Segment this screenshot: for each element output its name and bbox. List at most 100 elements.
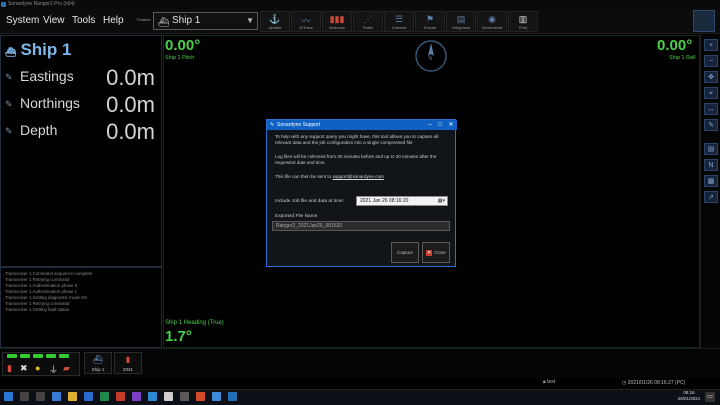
- zoom-out-icon[interactable]: −: [704, 55, 718, 67]
- beacons-icon: ▮▮▮: [329, 14, 345, 24]
- camera-icon: ☰: [394, 14, 404, 24]
- minimize-icon[interactable]: –: [425, 121, 435, 129]
- print-icon: ▥: [518, 14, 528, 24]
- close-icon: ✕: [426, 249, 433, 256]
- outlook-icon[interactable]: [148, 392, 157, 401]
- calendar-icon: ▦▾: [437, 198, 445, 204]
- lock-icon: 🔒︎: [543, 379, 546, 385]
- measure-icon[interactable]: ↔: [704, 103, 718, 115]
- zoom-in-icon[interactable]: +: [704, 39, 718, 51]
- close-icon[interactable]: ✕: [446, 121, 456, 129]
- roll-label: Ship 1 Roll: [669, 55, 696, 61]
- dialog-text-2: Log files will be collected from 30 minu…: [275, 154, 437, 165]
- ship-heading: ⛴ Ship 1: [5, 40, 72, 59]
- layout-icon[interactable]: [693, 10, 715, 32]
- onenote-icon[interactable]: [132, 392, 141, 401]
- ranger-icon[interactable]: [228, 392, 237, 401]
- update-icon: ⚓: [269, 14, 281, 24]
- title-bar: Sonardyne Ranger2 Pro (x64): [0, 0, 720, 9]
- northings-icon: ✎: [5, 99, 13, 109]
- log-line: Transceiver 1 Getting fault status: [5, 307, 70, 312]
- north-up-icon[interactable]: N: [704, 159, 718, 171]
- ship-icon: ⛴: [92, 355, 104, 364]
- word-icon[interactable]: [84, 392, 93, 401]
- dialog-text-3: This file can then be sent to support@so…: [275, 174, 384, 179]
- app-icon[interactable]: [196, 392, 205, 401]
- app-logo-icon: [1, 2, 6, 7]
- system-status[interactable]: ▮ ✖ ● ⏚ ▰: [2, 352, 80, 376]
- search-icon[interactable]: [20, 392, 29, 401]
- tool-telegrams[interactable]: ▤ Telegrams: [446, 11, 476, 32]
- file-explorer-icon[interactable]: [68, 392, 77, 401]
- antenna-icon: ⏚: [49, 365, 59, 375]
- grid-icon[interactable]: ▦: [704, 175, 718, 187]
- pitch-value: 0.00°: [165, 37, 201, 54]
- tool-camera[interactable]: ☰ Camera: [384, 11, 414, 32]
- support-icon: ✎: [270, 122, 275, 128]
- pitch-label: Ship 1 Pitch: [165, 55, 195, 61]
- capture-button[interactable]: Capture: [391, 242, 419, 263]
- message-log[interactable]: Transceiver 1 Command sequence complete …: [0, 267, 162, 348]
- app-icon[interactable]: [164, 392, 173, 401]
- position-panel: ⛴ Ship 1 ✎ Eastings 0.0m ✎ Northings 0.0m…: [0, 35, 162, 267]
- clock-icon: ◷: [622, 380, 627, 386]
- dialog-text-1: To help with any support query you might…: [275, 134, 439, 145]
- chevron-down-icon: ▼: [246, 16, 254, 25]
- tool-screenshot[interactable]: ◉ Screenshot: [477, 11, 507, 32]
- status-led: [59, 354, 69, 358]
- feature-select-value: Ship 1: [172, 15, 201, 26]
- eastings-icon: ✎: [5, 72, 13, 82]
- taskbar-clock[interactable]: 08:16 26/01/2021: [677, 390, 701, 402]
- exported-label: Exported File Name: [275, 214, 318, 219]
- metric-eastings: ✎ Eastings 0.0m: [5, 65, 155, 90]
- feature-label: Feature: [137, 17, 151, 22]
- powerpoint-icon[interactable]: [116, 392, 125, 401]
- datetime-picker[interactable]: 2021 Jan 26 08:16:20 ▦▾: [356, 196, 448, 206]
- roll-value: 0.00°: [657, 37, 693, 54]
- battery-icon: ▮: [7, 363, 12, 373]
- app-icon[interactable]: [212, 392, 221, 401]
- center-icon[interactable]: ⌖: [704, 87, 718, 99]
- telegrams-icon: ▤: [456, 14, 466, 24]
- tool-paths[interactable]: ⋰ Paths: [353, 11, 383, 32]
- app-icon[interactable]: [180, 392, 189, 401]
- tool-events[interactable]: ⚑ Events: [415, 11, 445, 32]
- menu-help[interactable]: Help: [103, 15, 124, 26]
- depth-icon: ✎: [5, 126, 13, 136]
- edit-icon[interactable]: ✎: [704, 119, 718, 131]
- flag-icon: ⚑: [425, 14, 435, 24]
- windows-start-icon[interactable]: [4, 392, 13, 401]
- notifications-icon[interactable]: ▭: [705, 392, 715, 402]
- tool-print[interactable]: ▥ Print: [508, 11, 538, 32]
- feature-select[interactable]: ⛴ Ship 1 ▼: [153, 12, 258, 30]
- ship-icon: ⛴: [5, 47, 17, 57]
- track-icon[interactable]: ↗: [704, 191, 718, 203]
- compass-icon: N: [415, 40, 447, 72]
- excel-icon[interactable]: [100, 392, 109, 401]
- edge-icon[interactable]: [52, 392, 61, 401]
- tool-update[interactable]: ⚓ Update: [260, 11, 290, 32]
- layers-icon[interactable]: ▤: [704, 143, 718, 155]
- task-view-icon[interactable]: [36, 392, 45, 401]
- device-2031[interactable]: ▮ 2031: [114, 352, 142, 374]
- include-label: Include Job file and data at time:: [275, 199, 345, 204]
- paths-icon: ⋰: [363, 14, 373, 24]
- maximize-icon[interactable]: □: [435, 121, 445, 129]
- device-ship-1[interactable]: ⛴ Ship 1: [84, 352, 112, 374]
- pan-icon[interactable]: ✥: [704, 71, 718, 83]
- metric-northings: ✎ Northings 0.0m: [5, 92, 155, 117]
- app-window: Sonardyne Ranger2 Pro (x64) System View …: [0, 0, 720, 405]
- screenshot-icon: ◉: [488, 14, 496, 24]
- warning-icon: ●: [35, 363, 41, 373]
- user-status: 🔒︎ test: [543, 379, 556, 385]
- menu-system[interactable]: System: [6, 15, 39, 26]
- menu-view[interactable]: View: [43, 15, 65, 26]
- tool-beacons[interactable]: ▮▮▮ Beacons: [322, 11, 352, 32]
- support-email-link[interactable]: support@sonardyne.com: [332, 174, 383, 179]
- exported-filename-field[interactable]: Ranger2_2021Jan26_081620: [272, 221, 450, 231]
- tool-gitrace[interactable]: 〰 GiTrace: [291, 11, 321, 32]
- menu-tools[interactable]: Tools: [72, 15, 95, 26]
- close-button[interactable]: ✕ Close: [422, 242, 450, 263]
- status-led: [46, 354, 56, 358]
- dialog-titlebar[interactable]: ✎ Sonardyne Support – □ ✕: [267, 120, 457, 130]
